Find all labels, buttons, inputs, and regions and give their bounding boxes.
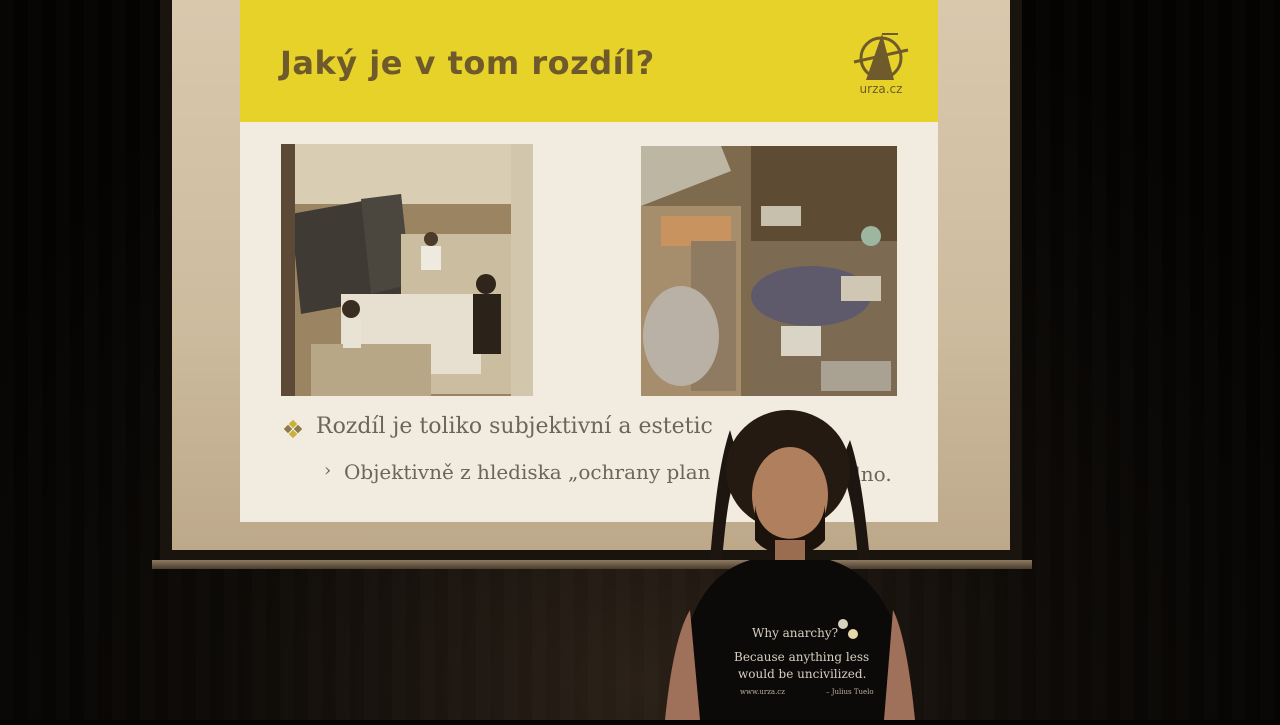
tshirt-url: www.urza.cz <box>740 688 785 696</box>
logo-text: urza.cz <box>859 82 903 96</box>
tshirt-line-1: Why anarchy? <box>752 626 839 640</box>
urza-logo: urza.cz <box>846 28 916 100</box>
slide-title: Jaký je v tom rozdíl? <box>280 44 655 82</box>
junk-pile-photo <box>641 146 897 396</box>
tshirt-line-3: would be uncivilized. <box>738 667 867 681</box>
hackerspace-photo <box>281 144 533 396</box>
compass-a-icon <box>853 33 909 80</box>
diamond-bullet-icon <box>283 419 303 439</box>
tshirt-signature: – Julius Tuelo <box>826 688 874 696</box>
tshirt-line-2: Because anything less <box>734 650 870 664</box>
slide-header: Jaký je v tom rozdíl? urza.cz <box>240 0 938 122</box>
slide-bullet-2: Objektivně z hlediska „ochrany plan <box>344 460 711 484</box>
slide-bullet-1: Rozdíl je toliko subjektivní a estetic <box>316 414 713 439</box>
chevron-right-icon: › <box>324 460 332 481</box>
